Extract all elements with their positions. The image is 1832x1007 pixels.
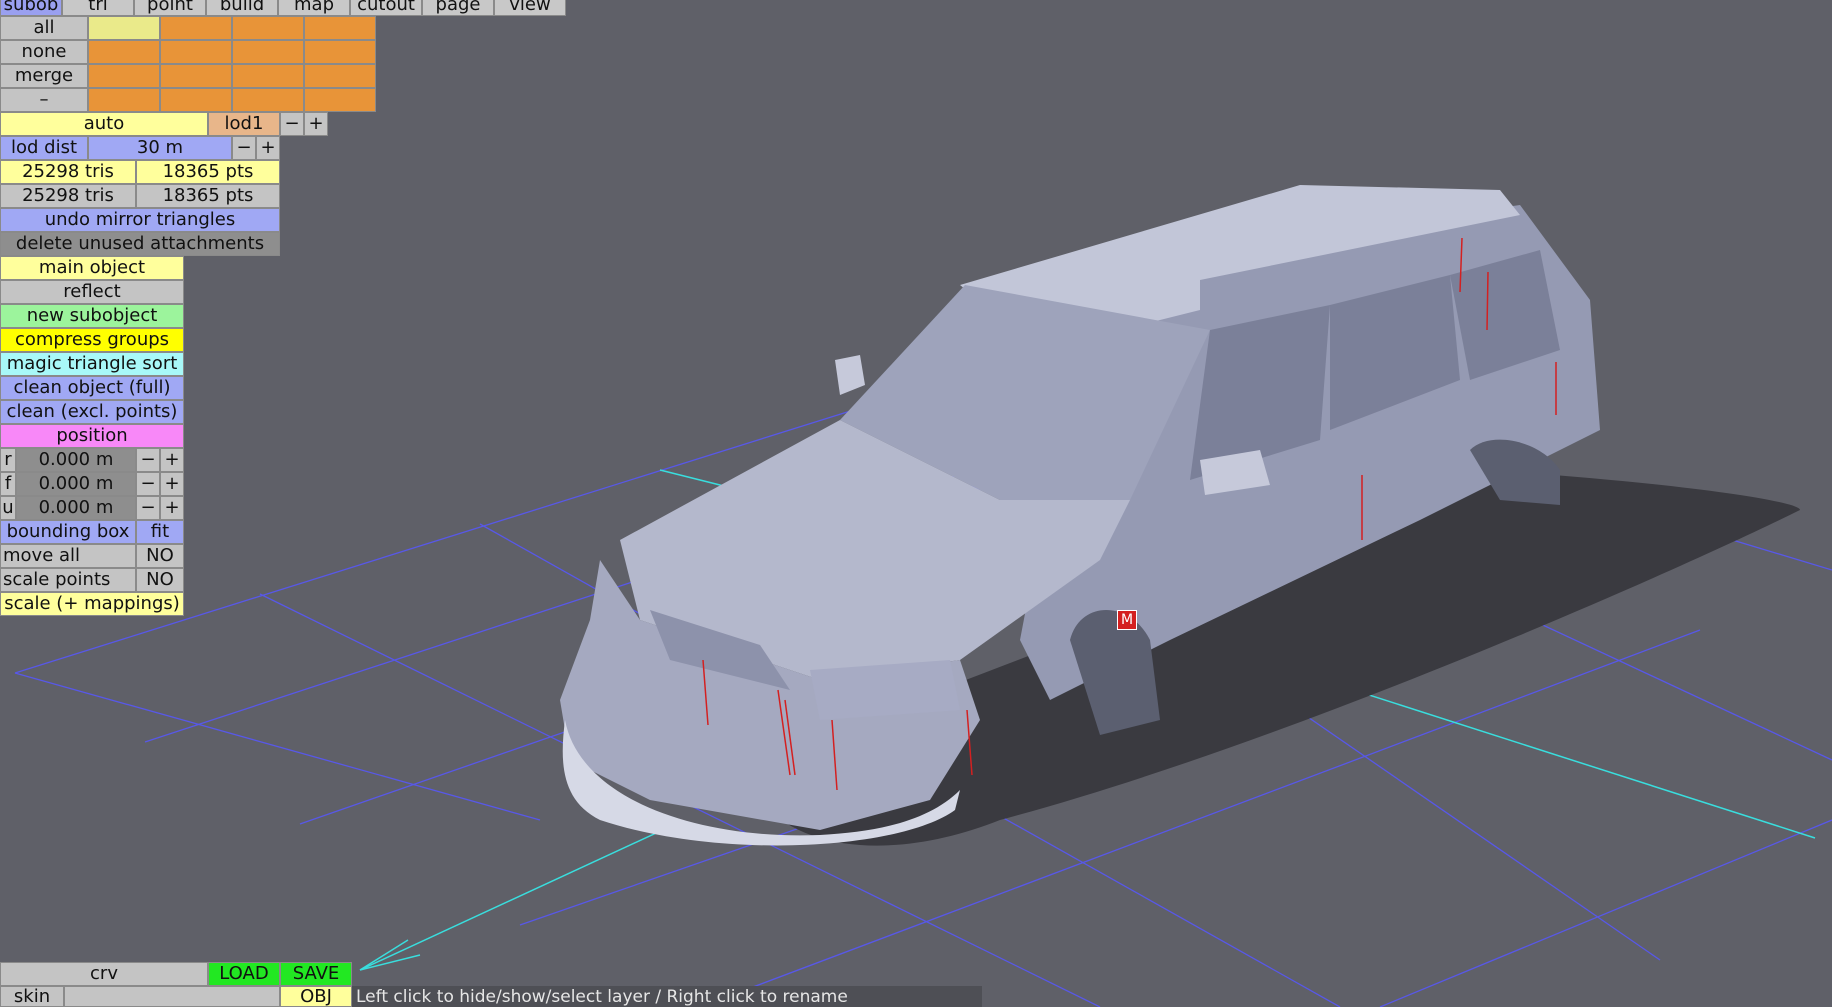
skin-field[interactable] bbox=[64, 986, 280, 1007]
scale-points-toggle[interactable]: NO bbox=[136, 568, 184, 592]
position-r-minus-button[interactable]: − bbox=[136, 448, 160, 472]
undo-mirror-triangles-button[interactable]: undo mirror triangles bbox=[0, 208, 280, 232]
lod-dist-value[interactable]: 30 m bbox=[88, 136, 232, 160]
tab-point[interactable]: point bbox=[134, 0, 206, 16]
layer-cell[interactable] bbox=[88, 40, 160, 64]
position-header[interactable]: position bbox=[0, 424, 184, 448]
position-u-plus-button[interactable]: + bbox=[160, 496, 184, 520]
layer-cell[interactable] bbox=[304, 16, 376, 40]
lod-minus-button[interactable]: − bbox=[280, 112, 304, 136]
layer-row-dash[interactable]: – bbox=[0, 88, 88, 112]
layer-cell[interactable] bbox=[232, 40, 304, 64]
scale-points-label: scale points bbox=[0, 568, 136, 592]
layer-cell[interactable] bbox=[160, 88, 232, 112]
tri-count: 25298 tris bbox=[0, 160, 136, 184]
scale-mappings-button[interactable]: scale (+ mappings) bbox=[0, 592, 184, 616]
move-all-toggle[interactable]: NO bbox=[136, 544, 184, 568]
layer-cell[interactable] bbox=[232, 16, 304, 40]
tab-cutout[interactable]: cutout bbox=[350, 0, 422, 16]
position-u-minus-button[interactable]: − bbox=[136, 496, 160, 520]
move-all-label: move all bbox=[0, 544, 136, 568]
layer-cell[interactable] bbox=[88, 88, 160, 112]
layer-row-merge[interactable]: merge bbox=[0, 64, 88, 88]
position-axis-f: f bbox=[0, 472, 16, 496]
clean-excl-points-button[interactable]: clean (excl. points) bbox=[0, 400, 184, 424]
reflect-button[interactable]: reflect bbox=[0, 280, 184, 304]
lod-plus-button[interactable]: + bbox=[304, 112, 328, 136]
position-axis-r: r bbox=[0, 448, 16, 472]
layer-cell[interactable] bbox=[160, 40, 232, 64]
position-r-plus-button[interactable]: + bbox=[160, 448, 184, 472]
position-axis-u: u bbox=[0, 496, 16, 520]
position-f-minus-button[interactable]: − bbox=[136, 472, 160, 496]
main-object-marker[interactable]: M bbox=[1117, 610, 1137, 630]
lod-dist-label: lod dist bbox=[0, 136, 88, 160]
lod-mode-button[interactable]: auto bbox=[0, 112, 208, 136]
tab-build[interactable]: build bbox=[206, 0, 278, 16]
delete-unused-attachments-button[interactable]: delete unused attachments bbox=[0, 232, 280, 256]
layer-cell[interactable] bbox=[88, 64, 160, 88]
position-f-plus-button[interactable]: + bbox=[160, 472, 184, 496]
file-name-field[interactable]: crv bbox=[0, 962, 208, 986]
load-button[interactable]: LOAD bbox=[208, 962, 280, 986]
fit-button[interactable]: fit bbox=[136, 520, 184, 544]
layer-cell[interactable] bbox=[88, 16, 160, 40]
clean-object-full-button[interactable]: clean object (full) bbox=[0, 376, 184, 400]
tab-map[interactable]: map bbox=[278, 0, 350, 16]
position-f-value[interactable]: 0.000 m bbox=[16, 472, 136, 496]
main-object-button[interactable]: main object bbox=[0, 256, 184, 280]
tab-view[interactable]: view bbox=[494, 0, 566, 16]
save-button[interactable]: SAVE bbox=[280, 962, 352, 986]
tab-tri[interactable]: tri bbox=[62, 0, 134, 16]
tri-count-total: 25298 tris bbox=[0, 184, 136, 208]
layer-cell[interactable] bbox=[232, 88, 304, 112]
skin-label: skin bbox=[0, 986, 64, 1007]
point-count: 18365 pts bbox=[136, 160, 280, 184]
layer-cell[interactable] bbox=[304, 88, 376, 112]
lod-dist-plus-button[interactable]: + bbox=[256, 136, 280, 160]
magic-triangle-sort-button[interactable]: magic triangle sort bbox=[0, 352, 184, 376]
layer-cell[interactable] bbox=[304, 40, 376, 64]
layer-cell[interactable] bbox=[232, 64, 304, 88]
position-u-value[interactable]: 0.000 m bbox=[16, 496, 136, 520]
lod-name[interactable]: lod1 bbox=[208, 112, 280, 136]
obj-button[interactable]: OBJ bbox=[280, 986, 352, 1007]
lod-dist-minus-button[interactable]: − bbox=[232, 136, 256, 160]
tab-page[interactable]: page bbox=[422, 0, 494, 16]
tab-subob[interactable]: subob bbox=[0, 0, 62, 16]
position-r-value[interactable]: 0.000 m bbox=[16, 448, 136, 472]
compress-groups-button[interactable]: compress groups bbox=[0, 328, 184, 352]
layer-cell[interactable] bbox=[160, 64, 232, 88]
layer-cell[interactable] bbox=[160, 16, 232, 40]
point-count-total: 18365 pts bbox=[136, 184, 280, 208]
layer-row-none[interactable]: none bbox=[0, 40, 88, 64]
new-subobject-button[interactable]: new subobject bbox=[0, 304, 184, 328]
bounding-box-button[interactable]: bounding box bbox=[0, 520, 136, 544]
status-bar: Left click to hide/show/select layer / R… bbox=[352, 986, 982, 1007]
layer-row-all[interactable]: all bbox=[0, 16, 88, 40]
layer-cell[interactable] bbox=[304, 64, 376, 88]
